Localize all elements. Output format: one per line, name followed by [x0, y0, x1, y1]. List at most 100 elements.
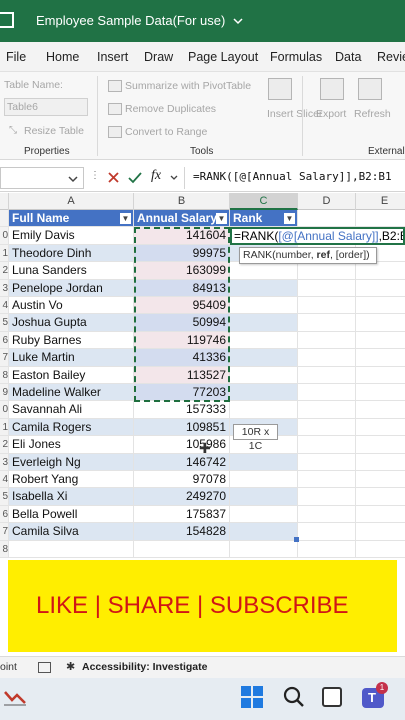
table-resize-handle[interactable] [294, 537, 299, 542]
more-options-icon[interactable]: ⋮ [90, 170, 100, 181]
cell-full-name[interactable]: Joshua Gupta [9, 314, 134, 332]
remove-duplicates-button[interactable]: Remove Duplicates [125, 103, 216, 115]
cell[interactable] [298, 418, 356, 437]
row-number[interactable]: 4 [0, 297, 9, 315]
accessibility-status[interactable]: Accessibility: Investigate [82, 661, 207, 673]
tab-data[interactable]: Data [335, 50, 361, 64]
search-icon[interactable] [283, 686, 305, 708]
cell-annual-salary[interactable]: 146742 [134, 453, 230, 471]
cell-full-name[interactable]: Savannah Ali [9, 401, 134, 419]
cell[interactable] [356, 297, 405, 315]
column-header-a[interactable]: A [9, 193, 134, 210]
resize-table-button[interactable]: Resize Table [24, 125, 84, 137]
cell[interactable] [298, 210, 356, 228]
select-all-corner[interactable] [0, 193, 9, 210]
cell-annual-salary[interactable]: 105986 [134, 436, 230, 454]
cell[interactable] [298, 471, 356, 489]
row-number[interactable]: 1 [0, 244, 9, 263]
row-number[interactable]: 5 [0, 488, 9, 506]
cell-full-name[interactable] [9, 540, 134, 558]
row-number[interactable]: 0 [0, 401, 9, 419]
cell-rank[interactable] [230, 331, 298, 350]
tab-draw[interactable]: Draw [144, 50, 173, 64]
cell-rank[interactable] [230, 453, 298, 471]
summarize-pivot-button[interactable]: Summarize with PivotTable [125, 80, 251, 92]
tab-home[interactable]: Home [46, 50, 79, 64]
filter-dropdown-icon[interactable]: ▼ [284, 213, 295, 224]
cell[interactable] [298, 314, 356, 332]
table-header-annual-salary[interactable]: Annual Salary ▼ [134, 210, 230, 228]
cell-rank[interactable] [230, 262, 298, 280]
cell[interactable] [298, 540, 356, 558]
cell-rank[interactable] [230, 297, 298, 315]
cell-full-name[interactable]: Luke Martin [9, 349, 134, 367]
cell[interactable] [298, 436, 356, 454]
cell-rank[interactable] [230, 314, 298, 332]
cell[interactable] [298, 488, 356, 506]
cell[interactable] [298, 297, 356, 315]
cell[interactable] [356, 384, 405, 402]
cell-full-name[interactable]: Ruby Barnes [9, 331, 134, 350]
tab-review[interactable]: Revie [377, 50, 405, 64]
row-number[interactable]: 6 [0, 331, 9, 350]
cell-full-name[interactable]: Emily Davis [9, 227, 134, 245]
cell-annual-salary[interactable]: 141604 [134, 227, 230, 245]
tab-page-layout[interactable]: Page Layout [188, 50, 258, 64]
cell-full-name[interactable]: Robert Yang [9, 471, 134, 489]
cell-annual-salary[interactable]: 84913 [134, 279, 230, 297]
cell-annual-salary[interactable]: 99975 [134, 244, 230, 263]
cell[interactable] [356, 488, 405, 506]
function-tooltip[interactable]: RANK(number, ref, [order]) [239, 247, 377, 264]
cell-annual-salary[interactable]: 113527 [134, 366, 230, 384]
column-header-d[interactable]: D [298, 193, 356, 210]
cell[interactable] [356, 262, 405, 280]
convert-range-button[interactable]: Convert to Range [125, 126, 207, 138]
row-number[interactable]: 8 [0, 366, 9, 384]
table-header-rank[interactable]: Rank ▼ [230, 210, 298, 228]
row-number[interactable]: 9 [0, 384, 9, 402]
row-number[interactable]: 0 [0, 227, 9, 245]
cell[interactable] [356, 332, 405, 350]
cell-annual-salary[interactable]: 97078 [134, 471, 230, 489]
cell-annual-salary[interactable]: 249270 [134, 488, 230, 506]
cell-full-name[interactable]: Bella Powell [9, 505, 134, 524]
refresh-button[interactable]: Refresh [354, 108, 391, 120]
cell-rank[interactable] [230, 279, 298, 297]
export-button[interactable]: Export [316, 108, 346, 120]
table-name-input[interactable]: Table6 [4, 98, 88, 116]
accessibility-icon[interactable]: ✱ [66, 660, 75, 673]
row-number[interactable]: 3 [0, 453, 9, 471]
name-box[interactable] [0, 167, 84, 189]
windows-start-icon[interactable] [241, 686, 263, 708]
row-number[interactable]: 8 [0, 540, 9, 558]
cell[interactable] [298, 505, 356, 524]
tab-insert[interactable]: Insert [97, 50, 128, 64]
cell[interactable] [298, 401, 356, 419]
filter-dropdown-icon[interactable]: ▼ [216, 213, 227, 224]
cell-annual-salary[interactable]: 41336 [134, 349, 230, 367]
cell-full-name[interactable]: Madeline Walker [9, 384, 134, 402]
row-number[interactable]: 7 [0, 523, 9, 541]
enter-check-icon[interactable] [128, 171, 142, 184]
cell-full-name[interactable]: Austin Vo [9, 297, 134, 315]
insert-slicer-button[interactable]: Insert Slicer [267, 108, 322, 121]
row-number[interactable] [0, 210, 9, 228]
cell-rank[interactable] [230, 384, 298, 402]
table-header-full-name[interactable]: Full Name ▼ [9, 210, 134, 228]
cell[interactable] [298, 349, 356, 367]
cell[interactable] [356, 436, 405, 454]
cell-rank[interactable] [230, 540, 298, 558]
cell[interactable] [298, 279, 356, 297]
cell-rank[interactable] [230, 349, 298, 367]
cell[interactable] [356, 210, 405, 228]
cell-full-name[interactable]: Camila Silva [9, 523, 134, 541]
cell[interactable] [356, 471, 405, 489]
cell-annual-salary[interactable] [134, 540, 230, 558]
cell-annual-salary[interactable]: 109851 [134, 418, 230, 437]
cell[interactable] [298, 262, 356, 280]
column-header-e[interactable]: E [356, 193, 405, 210]
cell-full-name[interactable]: Luna Sanders [9, 262, 134, 280]
row-number[interactable]: 3 [0, 279, 9, 297]
cell-rank[interactable] [230, 471, 298, 489]
column-header-c[interactable]: C [230, 193, 298, 210]
